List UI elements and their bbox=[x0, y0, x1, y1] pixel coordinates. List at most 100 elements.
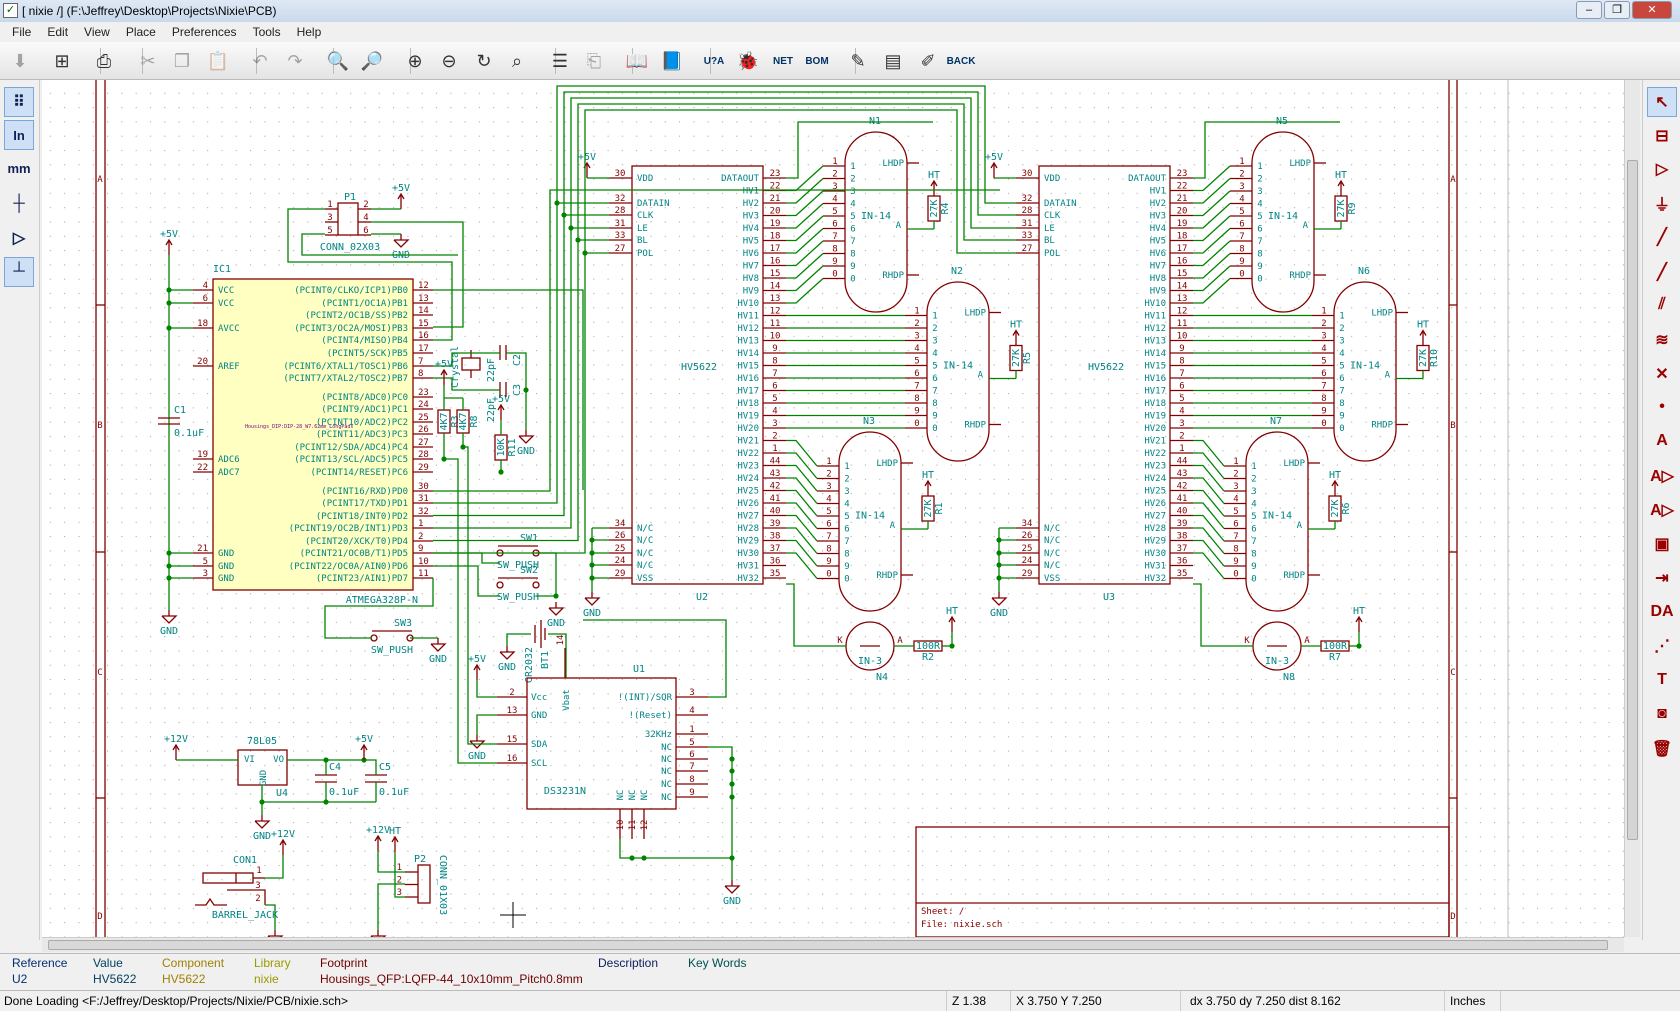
image-icon[interactable]: ◙ bbox=[1647, 699, 1677, 729]
bom-icon[interactable]: BOM bbox=[803, 47, 831, 75]
zoom-in-icon[interactable]: ⊕ bbox=[401, 47, 429, 75]
schematic-canvas[interactable]: A A B B C C D D Sheet: / File: nixie.sch IC1 ATMEGA… bbox=[42, 80, 1640, 937]
schematic-drawing[interactable]: A A B B C C D D Sheet: / File: nixie.sch IC1 ATMEGA… bbox=[42, 80, 1640, 937]
hierarchy-icon[interactable]: ☰ bbox=[546, 47, 574, 75]
vertical-scrollbar[interactable] bbox=[1624, 80, 1640, 937]
find-replace-icon[interactable]: 🔎 bbox=[358, 47, 386, 75]
menu-file[interactable]: File bbox=[4, 25, 39, 39]
pin-number: 4 bbox=[363, 213, 368, 223]
bus-icon[interactable]: ╱ bbox=[1647, 257, 1677, 287]
wire-angle-icon[interactable]: ┴ bbox=[4, 257, 34, 287]
netlist-icon[interactable]: NET bbox=[769, 47, 797, 75]
pin-number: 4 bbox=[1239, 195, 1244, 205]
import-sheet-pin-icon[interactable]: ⇥ bbox=[1647, 563, 1677, 593]
menu-place[interactable]: Place bbox=[118, 25, 164, 39]
pin-number: 9 bbox=[832, 257, 837, 267]
text-icon[interactable]: T bbox=[1647, 665, 1677, 695]
pin-number: 37 bbox=[770, 544, 781, 554]
leave-sheet-icon[interactable]: ⎗ bbox=[580, 47, 608, 75]
pin-name: 6 bbox=[932, 374, 937, 384]
find-icon[interactable]: 🔍 bbox=[324, 47, 352, 75]
redraw-icon[interactable]: ↻ bbox=[470, 47, 498, 75]
place-power-icon[interactable]: ⏚ bbox=[1647, 188, 1677, 218]
pin-name: 3 bbox=[844, 487, 849, 497]
pcbnew-icon[interactable]: ▤ bbox=[879, 47, 907, 75]
library-editor-icon[interactable]: 📖 bbox=[623, 47, 651, 75]
menu-edit[interactable]: Edit bbox=[39, 25, 76, 39]
ground-label: GND bbox=[517, 446, 535, 457]
import-footprints-icon[interactable]: ✐ bbox=[914, 47, 942, 75]
resistor-value: 27K bbox=[923, 499, 934, 517]
wire-entry-icon[interactable]: ≋ bbox=[1647, 325, 1677, 355]
power-label-p5v: +5V bbox=[160, 229, 178, 240]
pin-number: 5 bbox=[203, 557, 208, 567]
menu-help[interactable]: Help bbox=[289, 25, 330, 39]
hierarchy-nav-icon[interactable]: ⊟ bbox=[1647, 121, 1677, 151]
pin-number: 20 bbox=[1177, 207, 1188, 217]
resistor-value: 4K7 bbox=[439, 412, 450, 430]
graphic-line-icon[interactable]: ⋰ bbox=[1647, 631, 1677, 661]
erc-icon[interactable]: 🐞 bbox=[734, 47, 762, 75]
pin-name: 0 bbox=[932, 424, 937, 434]
net-label-icon[interactable]: A bbox=[1647, 426, 1677, 456]
pin-number: 30 bbox=[615, 169, 626, 179]
undo-icon[interactable]: ↶ bbox=[246, 47, 274, 75]
grid-icon[interactable]: ⠿ bbox=[4, 87, 34, 117]
menu-view[interactable]: View bbox=[76, 25, 118, 39]
inches-icon[interactable]: In bbox=[4, 120, 34, 150]
pin-number: 1 bbox=[832, 157, 837, 167]
pin-name: 5 bbox=[932, 362, 937, 372]
pin-number: 21 bbox=[1177, 194, 1188, 204]
pin-name: (PCINT20/XCK/T0)PD4 bbox=[305, 537, 408, 547]
pin-name: (PCINT2/OC1B/SS)PB2 bbox=[305, 311, 408, 321]
pin-name: HV3 bbox=[743, 212, 759, 222]
pin-number: 7 bbox=[1179, 369, 1184, 379]
pin-number: 1 bbox=[826, 457, 831, 467]
pin-name: 2 bbox=[850, 175, 855, 185]
hier-sheet-icon[interactable]: ▣ bbox=[1647, 529, 1677, 559]
cvpcb-icon[interactable]: ✎ bbox=[844, 47, 872, 75]
save-icon[interactable]: ⬇ bbox=[6, 47, 34, 75]
cut-icon[interactable]: ✂ bbox=[134, 47, 162, 75]
pin-name: GND bbox=[531, 711, 547, 721]
copy-icon[interactable]: ❐ bbox=[168, 47, 196, 75]
annotate-icon[interactable]: U?A bbox=[700, 47, 728, 75]
maximize-button[interactable]: ❐ bbox=[1604, 1, 1630, 19]
units-readout: Inches bbox=[1450, 994, 1486, 1008]
pin-number: 13 bbox=[1177, 294, 1188, 304]
menu-preferences[interactable]: Preferences bbox=[164, 25, 245, 39]
hidden-pins-icon[interactable]: ▷ bbox=[4, 223, 34, 253]
junction-icon[interactable]: • bbox=[1647, 392, 1677, 422]
select-arrow-icon[interactable]: ↖ bbox=[1647, 87, 1677, 117]
paste-icon[interactable]: 📋 bbox=[204, 47, 232, 75]
pin-number: 26 bbox=[418, 425, 429, 435]
pin-number: 1 bbox=[914, 307, 919, 317]
pin-number: 17 bbox=[770, 244, 781, 254]
place-component-icon[interactable]: ▷ bbox=[1647, 154, 1677, 184]
pin-number: 10 bbox=[1177, 332, 1188, 342]
horizontal-scrollbar[interactable] bbox=[42, 937, 1624, 952]
sheet-pin-icon[interactable]: DA bbox=[1647, 597, 1677, 627]
page-settings-icon[interactable]: ⊞ bbox=[48, 47, 76, 75]
millimeters-icon[interactable]: mm bbox=[4, 153, 34, 183]
bus-entry-icon[interactable]: ⫽ bbox=[1647, 290, 1677, 320]
global-label-icon[interactable]: A▷ bbox=[1647, 461, 1677, 491]
no-connect-icon[interactable]: ✕ bbox=[1647, 359, 1677, 389]
zoom-fit-icon[interactable]: ⌕ bbox=[503, 47, 531, 75]
close-button[interactable]: ✕ bbox=[1632, 1, 1672, 19]
zoom-out-icon[interactable]: ⊖ bbox=[435, 47, 463, 75]
minimize-button[interactable]: – bbox=[1576, 1, 1602, 19]
junction bbox=[589, 562, 595, 568]
hier-label-icon[interactable]: A▷ bbox=[1647, 495, 1677, 525]
cursor-shape-icon[interactable]: ┼ bbox=[4, 189, 34, 219]
delete-icon[interactable]: 🗑 bbox=[1647, 734, 1677, 764]
library-browser-icon[interactable]: 📘 bbox=[658, 47, 686, 75]
menu-tools[interactable]: Tools bbox=[245, 25, 289, 39]
pin-number: 7 bbox=[1321, 382, 1326, 392]
redo-icon[interactable]: ↷ bbox=[281, 47, 309, 75]
pin-name: Vcc bbox=[531, 693, 547, 703]
back-icon[interactable]: BACK bbox=[947, 47, 976, 75]
wire-icon[interactable]: ╱ bbox=[1647, 222, 1677, 252]
tube-lhdp: LHDP bbox=[1283, 459, 1305, 469]
print-icon[interactable]: ⎙ bbox=[90, 47, 118, 75]
